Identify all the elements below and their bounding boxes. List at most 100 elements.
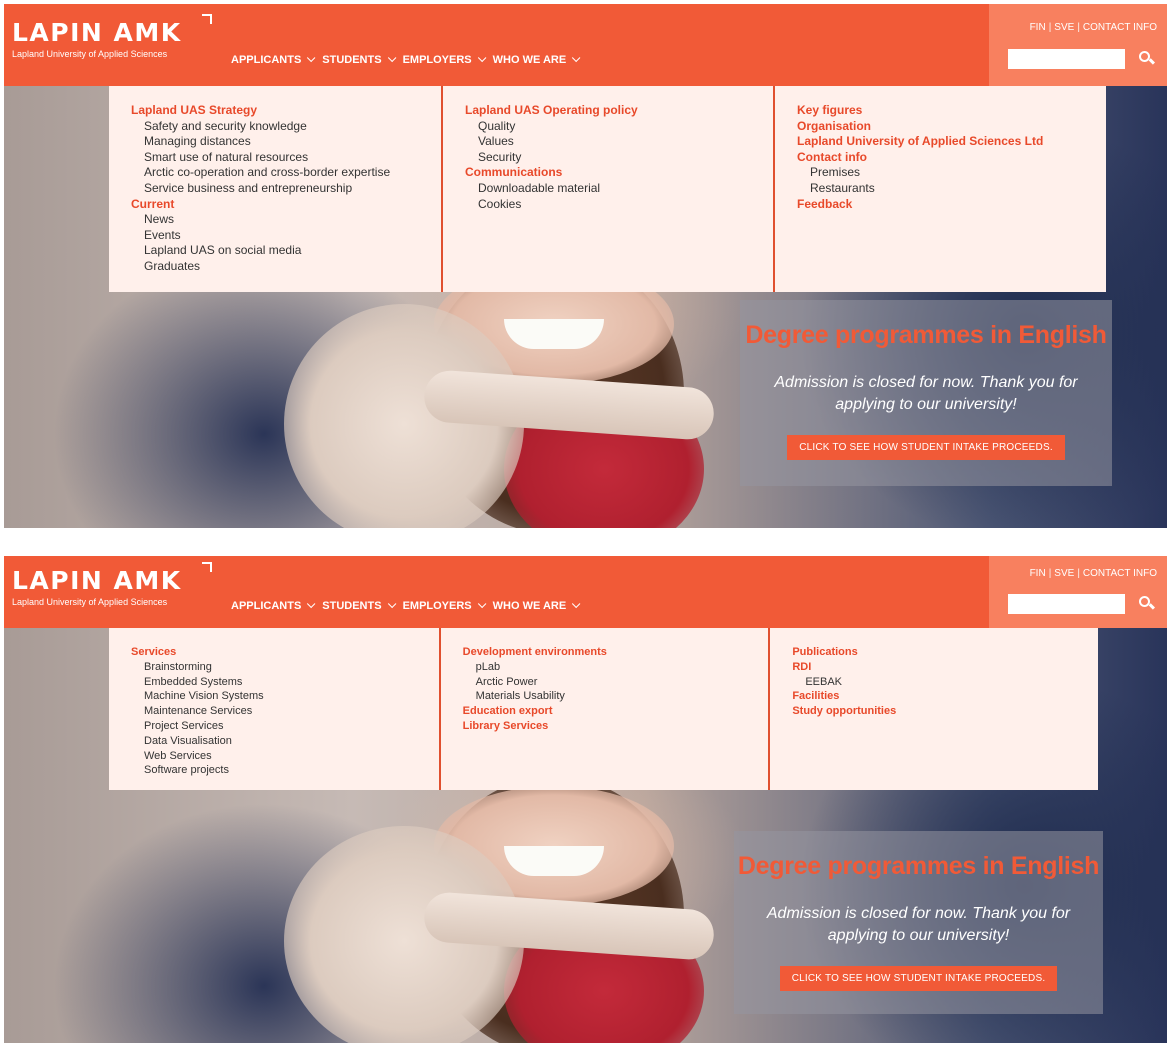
menu-sub-link[interactable]: Maintenance Services [131,704,439,719]
menu-sub-link[interactable]: Premises [797,165,1105,181]
menu-sub-link[interactable]: Downloadable material [465,181,773,197]
menu-sub-link[interactable]: Project Services [131,719,439,734]
logo-subtitle: Lapland University of Applied Sciences [12,49,168,59]
nav-label: EMPLOYERS [402,600,472,612]
logo-corner-mark [202,14,212,24]
nav-who-we-are[interactable]: WHO WE ARE [492,53,581,66]
menu-sub-link[interactable]: Restaurants [797,181,1105,197]
logo-corner-mark [202,562,212,572]
menu-sub-link[interactable]: Web Services [131,749,439,764]
nav-applicants[interactable]: APPLICANTS [231,599,316,612]
promo-title: Degree programmes in English [737,852,1100,880]
student-intake-button[interactable]: CLICK TO SEE HOW STUDENT INTAKE PROCEEDS… [787,435,1065,460]
menu-heading-link[interactable]: RDI [792,660,1098,675]
menu-sub-link[interactable]: pLab [463,660,769,675]
menu-heading-link[interactable]: Lapland UAS Strategy [131,103,441,119]
menu-sub-link[interactable]: Arctic co-operation and cross-border exp… [131,165,441,181]
menu-heading-link[interactable]: Lapland UAS Operating policy [465,103,773,119]
promo-box: Degree programmes in English Admission i… [734,831,1103,1014]
nav-label: WHO WE ARE [492,54,567,66]
menu-column: Publications RDI EEBAK Facilities Study oppo… [768,628,1098,790]
menu-heading-link[interactable]: Current [131,197,441,213]
menu-sub-link[interactable]: Brainstorming [131,660,439,675]
nav-students[interactable]: STUDENTS [322,53,396,66]
link-fin[interactable]: FIN [1030,568,1046,579]
menu-sub-link[interactable]: Service business and entrepreneurship [131,181,441,197]
menu-sub-link[interactable]: Materials Usability [463,689,769,704]
menu-sub-link[interactable]: Values [465,134,773,150]
screenshot-employers-menu: LAPIN AMK Lapland University of Applied … [4,556,1167,1043]
menu-heading-link[interactable]: Feedback [797,197,1105,213]
chevron-down-icon [572,599,581,609]
menu-sub-link[interactable]: Events [131,228,441,244]
nav-label: WHO WE ARE [492,600,567,612]
link-sve[interactable]: SVE [1054,568,1074,579]
menu-heading-link[interactable]: Key figures [797,103,1105,119]
link-sve[interactable]: SVE [1054,22,1074,33]
menu-sub-link[interactable]: Machine Vision Systems [131,689,439,704]
megamenu-employers: Services Brainstorming Embedded Systems Mac… [109,628,1098,790]
menu-heading-link[interactable]: Library Services [463,719,769,734]
menu-sub-link[interactable]: Security [465,150,773,166]
menu-sub-link[interactable]: Cookies [465,197,773,213]
menu-sub-link[interactable]: Embedded Systems [131,675,439,690]
logo[interactable]: LAPIN AMK Lapland University of Applied … [12,14,212,59]
search-icon[interactable] [1139,596,1156,612]
menu-heading-link[interactable]: Services [131,645,439,660]
site-header: LAPIN AMK Lapland University of Applied … [4,556,1167,628]
logo-subtitle: Lapland University of Applied Sciences [12,597,168,607]
menu-sub-link[interactable]: Lapland UAS on social media [131,243,441,259]
nav-employers[interactable]: EMPLOYERS [403,53,487,66]
student-intake-button[interactable]: CLICK TO SEE HOW STUDENT INTAKE PROCEEDS… [779,966,1058,991]
menu-heading-link[interactable]: Education export [463,704,769,719]
chevron-down-icon [477,53,487,63]
promo-box: Degree programmes in English Admission i… [740,300,1112,486]
main-nav: APPLICANTS STUDENTS EMPLOYERS WHO WE ARE [231,53,581,66]
main-nav: APPLICANTS STUDENTS EMPLOYERS WHO WE ARE [231,599,581,612]
chevron-down-icon [387,53,396,63]
menu-sub-link[interactable]: Smart use of natural resources [131,150,441,166]
menu-sub-link[interactable]: Data Visualisation [131,734,439,749]
menu-sub-link[interactable]: Quality [465,119,773,135]
menu-sub-link[interactable]: Arctic Power [463,675,769,690]
menu-heading-link[interactable]: Organisation [797,119,1105,135]
menu-sub-link[interactable]: Safety and security knowledge [131,119,441,135]
menu-heading-link[interactable]: Contact info [797,150,1105,166]
menu-sub-link[interactable]: EEBAK [792,675,1098,690]
promo-title: Degree programmes in English [745,321,1107,349]
link-contact-info[interactable]: CONTACT INFO [1083,568,1157,579]
promo-text: Admission is closed for now. Thank you f… [774,374,1078,413]
nav-label: STUDENTS [322,54,382,66]
nav-label: APPLICANTS [231,600,302,612]
nav-employers[interactable]: EMPLOYERS [402,599,487,612]
link-contact-info[interactable]: CONTACT INFO [1083,22,1157,33]
menu-heading-link[interactable]: Communications [465,165,773,181]
nav-applicants[interactable]: APPLICANTS [231,53,316,66]
separator: | [1077,568,1080,579]
nav-students[interactable]: STUDENTS [322,599,396,612]
link-fin[interactable]: FIN [1030,22,1046,33]
nav-who-we-are[interactable]: WHO WE ARE [492,599,581,612]
separator: | [1048,568,1052,579]
search-input[interactable] [1008,49,1125,69]
menu-sub-link[interactable]: Graduates [131,259,441,275]
menu-column: Lapland UAS Operating policy Quality Value… [441,86,773,292]
menu-sub-link[interactable]: Software projects [131,763,439,778]
chevron-down-icon [572,53,581,63]
chevron-down-icon [387,599,396,609]
menu-heading-link[interactable]: Study opportunities [792,704,1098,719]
menu-heading-link[interactable]: Publications [792,645,1098,660]
logo[interactable]: LAPIN AMK Lapland University of Applied … [12,562,212,607]
nav-label: APPLICANTS [231,54,302,66]
menu-heading-link[interactable]: Facilities [792,689,1098,704]
screenshot-who-we-are-menu: LAPIN AMK Lapland University of Applied … [4,4,1167,528]
chevron-down-icon [307,53,316,63]
menu-heading-link[interactable]: Development environments [463,645,769,660]
menu-heading-link[interactable]: Lapland University of Applied Sciences L… [797,134,1105,150]
search-icon[interactable] [1139,51,1156,67]
menu-sub-link[interactable]: News [131,212,441,228]
search-input[interactable] [1008,594,1125,614]
site-header: LAPIN AMK Lapland University of Applied … [4,4,1167,86]
menu-sub-link[interactable]: Managing distances [131,134,441,150]
utility-bar: FIN | SVE | CONTACT INFO [989,556,1167,628]
